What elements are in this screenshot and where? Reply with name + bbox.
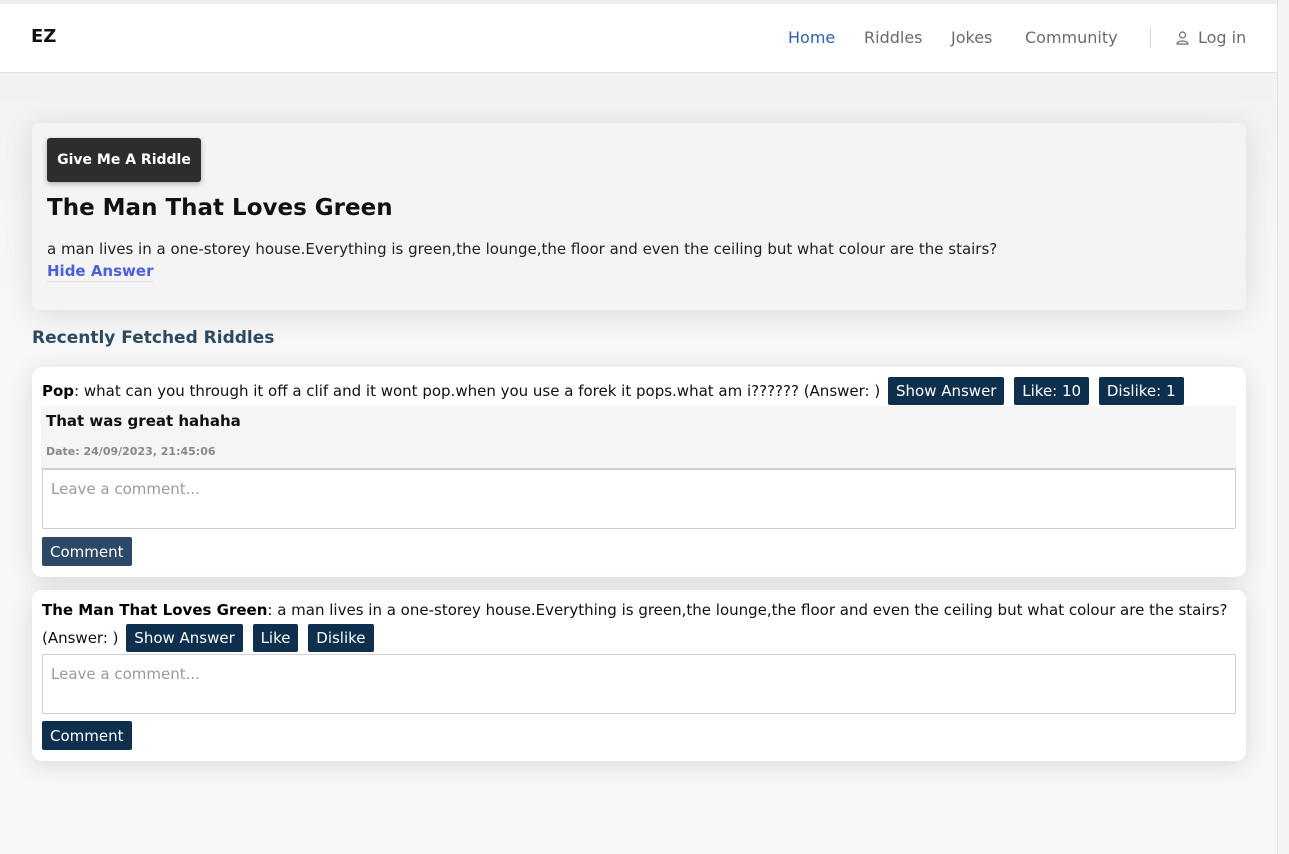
nav-link-jokes[interactable]: Jokes bbox=[951, 28, 992, 47]
dislike-button[interactable]: Dislike: 1 bbox=[1098, 377, 1184, 405]
comment-item: That was great hahaha Date: 24/09/2023, … bbox=[41, 406, 1236, 469]
riddle-card: The Man That Loves Green: a man lives in… bbox=[32, 590, 1246, 761]
riddle-text: : what can you through it off a clif and… bbox=[74, 382, 881, 400]
show-answer-button[interactable]: Show Answer bbox=[887, 377, 1005, 405]
main-content: Give Me A Riddle The Man That Loves Gree… bbox=[0, 73, 1278, 854]
comment-input[interactable] bbox=[42, 469, 1236, 529]
login-link[interactable]: Log in bbox=[1198, 28, 1246, 47]
nav-link-riddles[interactable]: Riddles bbox=[864, 28, 923, 47]
comment-date: Date: 24/09/2023, 21:45:06 bbox=[46, 445, 216, 458]
recent-riddles-heading: Recently Fetched Riddles bbox=[32, 328, 275, 348]
riddle-card: Pop: what can you through it off a clif … bbox=[32, 367, 1246, 577]
give-riddle-button[interactable]: Give Me A Riddle bbox=[47, 138, 201, 182]
riddle-line: Pop: what can you through it off a clif … bbox=[42, 377, 1236, 405]
comment-button[interactable]: Comment bbox=[42, 721, 132, 750]
hide-answer-link[interactable]: Hide Answer bbox=[47, 262, 154, 282]
riddle-name: The Man That Loves Green bbox=[42, 601, 268, 619]
nav-link-home[interactable]: Home bbox=[788, 28, 835, 47]
hero-riddle-title: The Man That Loves Green bbox=[47, 195, 393, 221]
comment-input[interactable] bbox=[42, 654, 1236, 714]
like-button[interactable]: Like bbox=[252, 624, 299, 652]
show-answer-button[interactable]: Show Answer bbox=[126, 624, 243, 652]
dislike-button[interactable]: Dislike bbox=[308, 624, 374, 652]
riddle-name: Pop bbox=[42, 382, 75, 400]
brand-logo[interactable]: EZ bbox=[31, 26, 56, 47]
nav-divider bbox=[1150, 28, 1151, 48]
comment-button[interactable]: Comment bbox=[42, 537, 132, 566]
comment-text: That was great hahaha bbox=[46, 412, 241, 430]
like-button[interactable]: Like: 10 bbox=[1014, 377, 1090, 405]
navbar: EZ Home Riddles Jokes Community Log in bbox=[0, 4, 1278, 73]
riddle-line: The Man That Loves Green: a man lives in… bbox=[42, 597, 1236, 652]
nav-link-community[interactable]: Community bbox=[1025, 28, 1118, 47]
riddle-hero-card: Give Me A Riddle The Man That Loves Gree… bbox=[32, 123, 1246, 310]
user-icon[interactable] bbox=[1176, 31, 1189, 45]
scrollbar[interactable] bbox=[1277, 0, 1289, 854]
hero-riddle-text: a man lives in a one-storey house.Everyt… bbox=[47, 240, 998, 258]
